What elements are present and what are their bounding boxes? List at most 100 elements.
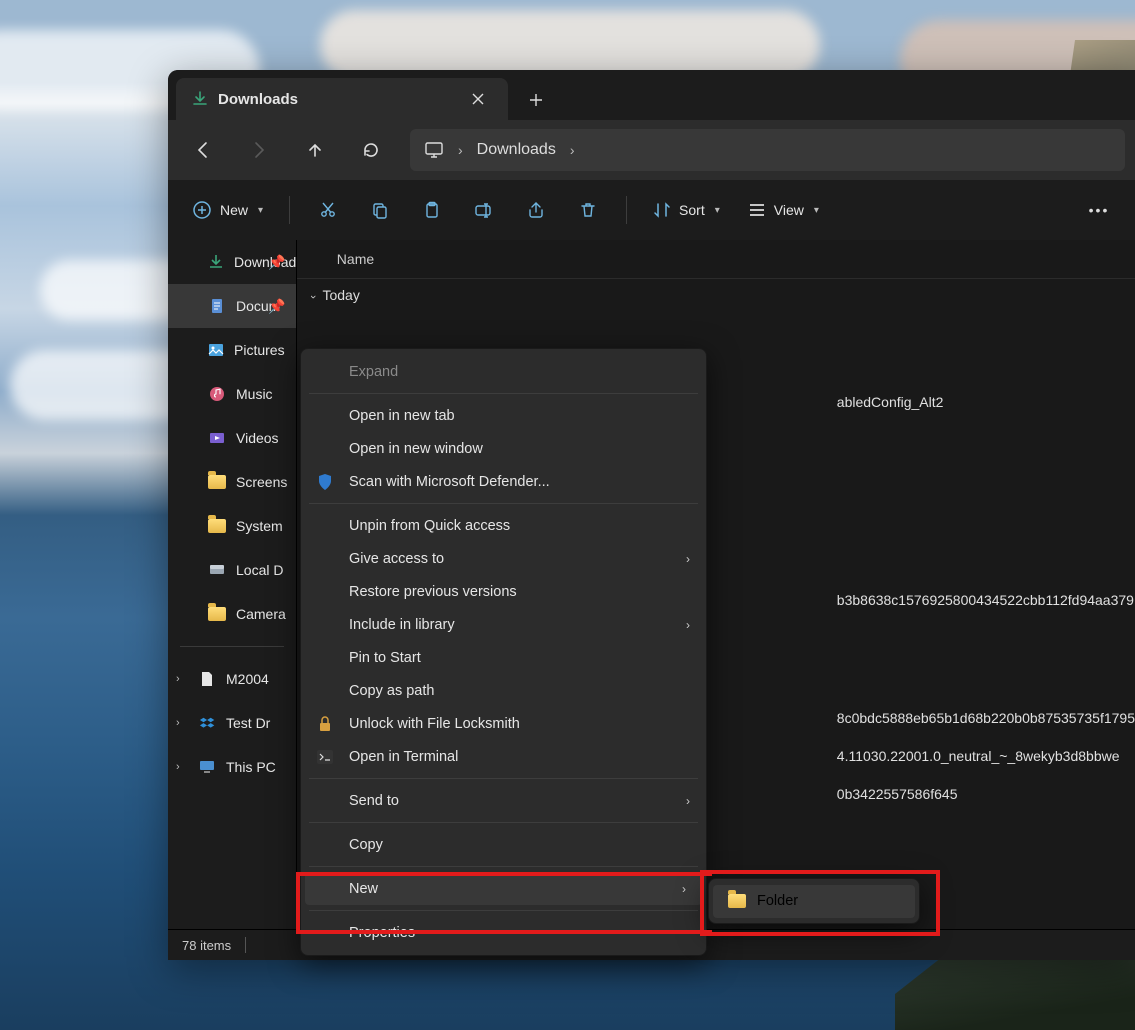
- shield-icon: [315, 473, 335, 491]
- sidebar-item-pictures[interactable]: Pictures: [168, 328, 296, 372]
- forward-button[interactable]: [234, 128, 284, 172]
- paste-button[interactable]: [408, 190, 456, 230]
- sidebar-item-local-disk[interactable]: Local D: [168, 548, 296, 592]
- folder-icon: [727, 894, 747, 908]
- sidebar-item-music[interactable]: Music: [168, 372, 296, 416]
- chevron-right-icon[interactable]: ›: [176, 673, 180, 685]
- new-tab-button[interactable]: [516, 80, 556, 120]
- view-button[interactable]: View ▾: [736, 190, 831, 230]
- item-count: 78 items: [182, 938, 231, 953]
- sidebar-item-camera-roll[interactable]: Camera: [168, 592, 296, 636]
- chevron-right-icon: ›: [686, 552, 690, 566]
- menu-copy[interactable]: Copy: [301, 828, 706, 861]
- column-header-name[interactable]: Name: [297, 240, 1135, 279]
- pin-icon: 📌: [268, 254, 285, 271]
- sidebar-label: Downloads: [234, 254, 297, 270]
- monitor-icon: [424, 140, 444, 160]
- navigation-pane: Downloads 📌 Docum 📌 Pictures Music Video…: [168, 240, 297, 930]
- music-icon: [208, 385, 226, 403]
- sidebar-label: Camera: [236, 606, 286, 622]
- sidebar-item-documents[interactable]: Docum 📌: [168, 284, 296, 328]
- menu-restore-versions[interactable]: Restore previous versions: [301, 575, 706, 608]
- menu-file-locksmith[interactable]: Unlock with File Locksmith: [301, 707, 706, 740]
- back-button[interactable]: [178, 128, 228, 172]
- download-icon: [208, 253, 224, 271]
- sidebar-label: This PC: [226, 759, 276, 775]
- chevron-down-icon: ▾: [814, 205, 819, 216]
- videos-icon: [208, 429, 226, 447]
- menu-scan-defender[interactable]: Scan with Microsoft Defender...: [301, 465, 706, 498]
- menu-open-new-tab[interactable]: Open in new tab: [301, 399, 706, 432]
- download-icon: [192, 91, 208, 107]
- chevron-right-icon[interactable]: ›: [176, 761, 180, 773]
- sort-button[interactable]: Sort ▾: [641, 190, 732, 230]
- sidebar-label: System: [236, 518, 283, 534]
- sidebar-label: Pictures: [234, 342, 285, 358]
- address-bar[interactable]: › Downloads ›: [410, 129, 1125, 171]
- up-button[interactable]: [290, 128, 340, 172]
- sidebar-label: Screens: [236, 474, 287, 490]
- tab-title: Downloads: [218, 91, 298, 108]
- trash-icon: [579, 201, 597, 219]
- sidebar-label: Videos: [236, 430, 279, 446]
- share-button[interactable]: [512, 190, 560, 230]
- refresh-button[interactable]: [346, 128, 396, 172]
- chevron-right-icon: ›: [458, 142, 463, 158]
- ellipsis-icon: •••: [1089, 202, 1110, 218]
- menu-unpin-quick-access[interactable]: Unpin from Quick access: [301, 509, 706, 542]
- menu-include-library[interactable]: Include in library›: [301, 608, 706, 641]
- copy-button[interactable]: [356, 190, 404, 230]
- sidebar-label: Music: [236, 386, 273, 402]
- sort-icon: [653, 201, 671, 219]
- sidebar-item-videos[interactable]: Videos: [168, 416, 296, 460]
- copy-icon: [371, 201, 389, 219]
- menu-pin-start[interactable]: Pin to Start: [301, 641, 706, 674]
- share-icon: [527, 201, 545, 219]
- clipboard-icon: [423, 201, 441, 219]
- menu-open-new-window[interactable]: Open in new window: [301, 432, 706, 465]
- scissors-icon: [319, 201, 337, 219]
- sidebar-item-system32[interactable]: System: [168, 504, 296, 548]
- sidebar-item-dropbox[interactable]: › Test Dr: [168, 701, 296, 745]
- new-button[interactable]: New ▾: [180, 190, 275, 230]
- menu-copy-path[interactable]: Copy as path: [301, 674, 706, 707]
- menu-give-access[interactable]: Give access to›: [301, 542, 706, 575]
- menu-expand: Expand: [301, 355, 706, 388]
- file-icon: [198, 670, 216, 688]
- pin-icon: 📌: [268, 298, 285, 315]
- menu-open-terminal[interactable]: Open in Terminal: [301, 740, 706, 773]
- chevron-down-icon: ›: [307, 295, 319, 299]
- tab-downloads[interactable]: Downloads: [176, 78, 508, 120]
- more-button[interactable]: •••: [1075, 190, 1123, 230]
- submenu-folder[interactable]: Folder: [713, 885, 915, 918]
- sidebar-label: Local D: [236, 562, 283, 578]
- chevron-right-icon: ›: [686, 618, 690, 632]
- sidebar-label: Test Dr: [226, 715, 270, 731]
- chevron-right-icon[interactable]: ›: [570, 142, 575, 158]
- terminal-icon: [315, 750, 335, 764]
- sidebar-item-this-pc[interactable]: › This PC: [168, 745, 296, 789]
- context-menu: Expand Open in new tab Open in new windo…: [300, 348, 707, 956]
- lock-icon: [315, 716, 335, 732]
- group-today[interactable]: ›Today: [297, 279, 1135, 303]
- sidebar-item-screenshots[interactable]: Screens: [168, 460, 296, 504]
- tab-bar: Downloads: [168, 70, 1135, 120]
- menu-properties[interactable]: Properties: [301, 916, 706, 949]
- chevron-down-icon: ▾: [715, 205, 720, 216]
- sidebar-item-m2004[interactable]: › M2004: [168, 657, 296, 701]
- monitor-icon: [198, 758, 216, 776]
- chevron-right-icon[interactable]: ›: [176, 717, 180, 729]
- sidebar-item-downloads[interactable]: Downloads 📌: [168, 240, 296, 284]
- cut-button[interactable]: [304, 190, 352, 230]
- close-tab-button[interactable]: [464, 85, 492, 113]
- navigation-bar: › Downloads ›: [168, 120, 1135, 180]
- delete-button[interactable]: [564, 190, 612, 230]
- breadcrumb-current[interactable]: Downloads: [477, 141, 556, 159]
- chevron-right-icon: ›: [686, 794, 690, 808]
- folder-icon: [208, 473, 226, 491]
- rename-button[interactable]: [460, 190, 508, 230]
- menu-new[interactable]: New›: [305, 872, 702, 905]
- folder-icon: [208, 605, 226, 623]
- menu-send-to[interactable]: Send to›: [301, 784, 706, 817]
- command-bar: New ▾ Sort ▾: [168, 180, 1135, 241]
